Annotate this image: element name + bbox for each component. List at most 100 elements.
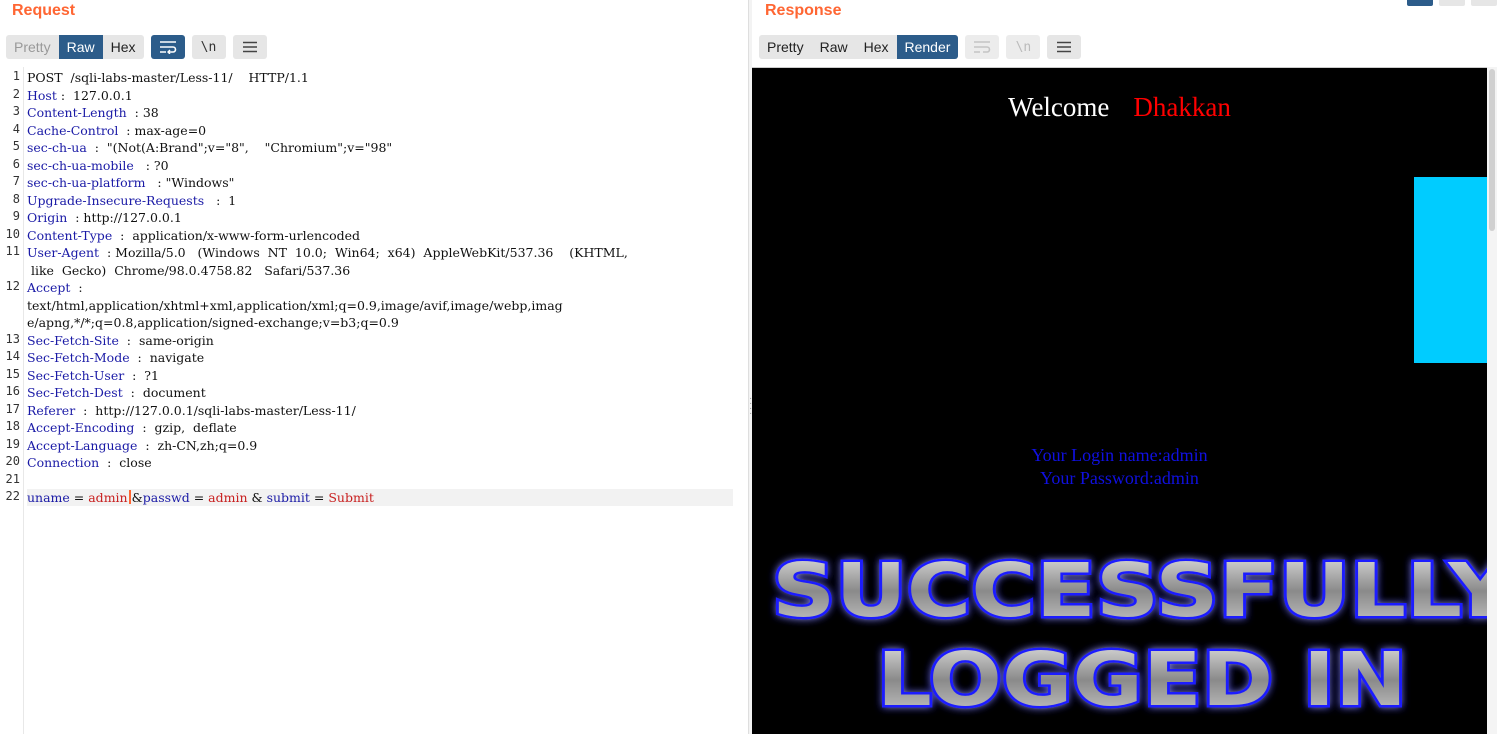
request-line: Referer : http://127.0.0.1/sqli-labs-mas… <box>27 402 356 419</box>
menu-icon <box>1057 41 1072 53</box>
request-pane: Request Pretty Raw Hex \n 1 2 3 4 5 6 7 8 9 10 11 1… <box>0 0 748 734</box>
tab-hex[interactable]: Hex <box>103 35 144 59</box>
line-number: 15 <box>5 366 20 381</box>
wrap-lines-icon <box>974 41 991 53</box>
request-line: Connection : close <box>27 454 152 471</box>
request-line: Accept : <box>27 279 83 296</box>
header-name: Content-Length <box>27 105 127 120</box>
line-number: 3 <box>12 104 20 118</box>
request-line: Cache-Control : max-age=0 <box>27 122 206 139</box>
header-name: Sec-Fetch-Mode <box>27 350 130 365</box>
line-text: : application/x-www-form-urlencoded <box>112 227 361 243</box>
request-line: sec-ch-ua-mobile : ?0 <box>27 157 169 174</box>
header-name: Sec-Fetch-Site <box>27 332 119 348</box>
request-line: Content-Type : application/x-www-form-ur… <box>27 227 360 244</box>
request-line: Sec-Fetch-Site : same-origin <box>27 332 214 349</box>
welcome-name: Dhakkan <box>1133 92 1231 122</box>
line-text: & <box>131 490 143 505</box>
newline-button[interactable]: \n <box>1006 35 1041 59</box>
request-line: sec-ch-ua-platform : "Windows" <box>27 174 234 191</box>
line-text: : gzip, deflate <box>134 420 237 435</box>
tab-render[interactable]: Render <box>896 35 959 59</box>
line-text: : ?0 <box>133 157 169 173</box>
menu-button[interactable] <box>232 35 267 59</box>
request-line: sec-ch-ua : "(Not(A:Brand";v="8", "Chrom… <box>27 139 392 156</box>
response-title: Response <box>765 2 842 19</box>
request-line: Sec-Fetch-Dest : document <box>27 384 206 401</box>
header-name: Sec-Fetch-Dest <box>27 385 123 400</box>
header-name: Host <box>27 87 57 103</box>
layout-tabs-button[interactable] <box>1471 0 1497 6</box>
response-toolbar: Pretty Raw Hex Render \n <box>759 35 1082 59</box>
layout-horizontal-button[interactable] <box>1439 0 1465 6</box>
line-number: 7 <box>12 174 20 188</box>
request-line: like Gecko) Chrome/98.0.4758.82 Safari/5… <box>27 262 350 279</box>
render-scrollbar[interactable] <box>1487 67 1497 734</box>
param-value: admin <box>88 490 128 505</box>
line-number: 5 <box>12 139 20 153</box>
line-text: : same-origin <box>118 332 214 348</box>
line-text: : ?1 <box>124 367 159 383</box>
request-line: User-Agent : Mozilla/5.0 (Windows NT 10.… <box>27 244 628 261</box>
line-text: text/html,application/xhtml+xml,applicat… <box>27 297 563 313</box>
header-name: Referer <box>27 402 76 418</box>
tab-pretty[interactable]: Pretty <box>759 35 812 59</box>
line-text: = <box>189 490 209 505</box>
line-text: : document <box>122 385 206 400</box>
header-name: Sec-Fetch-User <box>27 367 125 383</box>
banner-line-2: LOGGED IN <box>877 637 1407 723</box>
header-name: Connection <box>27 455 100 470</box>
header-name: User-Agent <box>27 245 100 260</box>
line-number: 1 <box>12 69 20 83</box>
request-toolbar: Pretty Raw Hex \n <box>6 35 267 59</box>
scrollbar-thumb[interactable] <box>1489 69 1495 231</box>
layout-split-button[interactable] <box>1407 0 1433 6</box>
param-value: admin <box>208 490 248 505</box>
line-text: : "(Not(A:Brand";v="8", "Chromium";v="98… <box>86 140 393 155</box>
header-name: Origin <box>27 210 68 225</box>
menu-icon <box>242 41 257 53</box>
tab-pretty[interactable]: Pretty <box>6 35 59 59</box>
tab-raw[interactable]: Raw <box>58 35 103 59</box>
newline-button[interactable]: \n <box>191 35 226 59</box>
render-view: Welcome Dhakkan Your Login name:admin You… <box>752 67 1487 734</box>
layout-toggle-group <box>1401 0 1497 6</box>
line-number: 12 <box>5 279 20 293</box>
line-number: 22 <box>5 489 20 503</box>
wrap-lines-button[interactable] <box>150 35 185 59</box>
header-name: sec-ch-ua-platform <box>27 175 146 190</box>
line-number: 20 <box>5 454 20 468</box>
param-name: submit <box>266 490 310 505</box>
request-editor[interactable]: 1 2 3 4 5 6 7 8 9 10 11 12 13 14 15 16 17 18 19 20 21 22 POST… <box>0 67 748 734</box>
line-number: 4 <box>12 121 20 136</box>
request-line: Origin : http://127.0.0.1 <box>27 209 182 226</box>
header-name: sec-ch-ua <box>27 140 87 155</box>
text-cursor <box>128 490 131 504</box>
wrap-lines-button[interactable] <box>965 35 1000 59</box>
request-line: e/apng,*/*;q=0.8,application/signed-exch… <box>27 314 399 331</box>
line-text: POST /sqli-labs-master/Less-11/ HTTP/1.1 <box>27 70 309 85</box>
line-number: 16 <box>5 384 20 398</box>
header-name: Cache-Control <box>27 122 119 138</box>
line-text: & <box>247 490 267 505</box>
line-number: 13 <box>5 331 20 346</box>
header-name: Accept-Encoding <box>27 420 135 435</box>
line-number: 18 <box>5 419 20 433</box>
line-number: 8 <box>12 191 20 206</box>
line-text: : close <box>99 455 152 470</box>
line-number-gutter: 1 2 3 4 5 6 7 8 9 10 11 12 13 14 15 16 17 18 19 20 21 22 <box>0 67 24 734</box>
request-line: Accept-Language : zh-CN,zh;q=0.9 <box>27 437 257 454</box>
request-line: Content-Length : 38 <box>27 104 159 121</box>
tab-raw[interactable]: Raw <box>812 35 856 59</box>
param-name: passwd <box>142 490 190 505</box>
line-text: : 127.0.0.1 <box>56 87 133 103</box>
menu-button[interactable] <box>1047 35 1082 59</box>
tab-hex[interactable]: Hex <box>856 35 897 59</box>
login-name-text: Your Login name:admin <box>1031 445 1208 465</box>
request-view-tabs: Pretty Raw Hex <box>6 35 144 59</box>
line-number: 21 <box>5 471 20 486</box>
success-banner-image: SUCCESSFULLY LOGGED IN <box>770 546 1488 726</box>
line-text: : http://127.0.0.1 <box>67 210 182 225</box>
header-name: Accept <box>27 280 71 295</box>
param-name: uname <box>27 490 70 505</box>
